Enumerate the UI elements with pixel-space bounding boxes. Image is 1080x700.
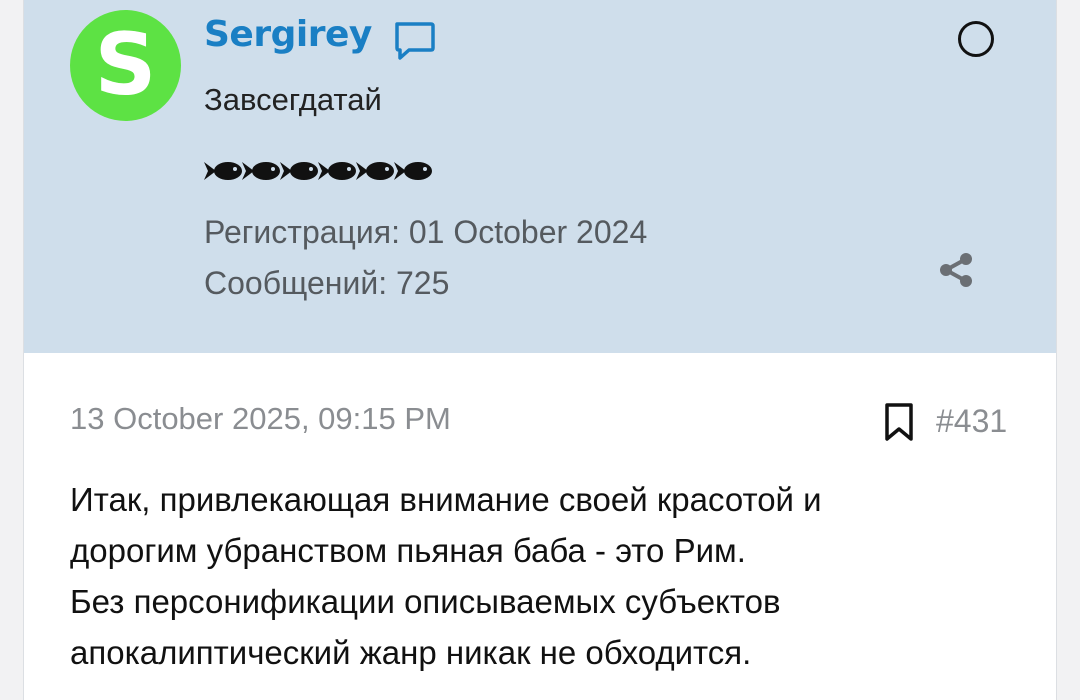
- fish-icon: [356, 162, 394, 180]
- post-line: дорогим убранством пьяная баба - это Рим…: [70, 532, 746, 569]
- post-line: Итак, привлекающая внимание своей красот…: [70, 481, 822, 518]
- fish-icon: [204, 162, 242, 180]
- select-circle-icon[interactable]: [958, 21, 994, 57]
- username-link[interactable]: Sergirey: [204, 14, 372, 55]
- author-panel: S Sergirey Завсегдатай Регистрация: 01 O…: [24, 0, 1056, 353]
- chat-bubble-icon[interactable]: [391, 18, 437, 64]
- share-icon[interactable]: [936, 250, 976, 290]
- post-number-link[interactable]: #431: [936, 403, 1007, 440]
- fish-icon: [280, 162, 318, 180]
- fish-icon: [394, 162, 432, 180]
- user-title: Завсегдатай: [204, 82, 382, 117]
- post-date: 13 October 2025, 09:15 PM: [70, 401, 451, 436]
- rank-fish-icons: [204, 162, 432, 180]
- avatar[interactable]: S: [70, 10, 181, 121]
- fish-icon: [318, 162, 356, 180]
- post-line: апокалиптический жанр никак не обходится…: [70, 634, 752, 671]
- post-count: Сообщений: 725: [204, 265, 450, 301]
- post-body: Итак, привлекающая внимание своей красот…: [70, 474, 1030, 678]
- registration-date: Регистрация: 01 October 2024: [204, 214, 648, 250]
- post-card: S Sergirey Завсегдатай Регистрация: 01 O…: [23, 0, 1057, 700]
- bookmark-icon[interactable]: [883, 402, 915, 442]
- fish-icon: [242, 162, 280, 180]
- post-line: Без персонификации описываемых субъектов: [70, 583, 781, 620]
